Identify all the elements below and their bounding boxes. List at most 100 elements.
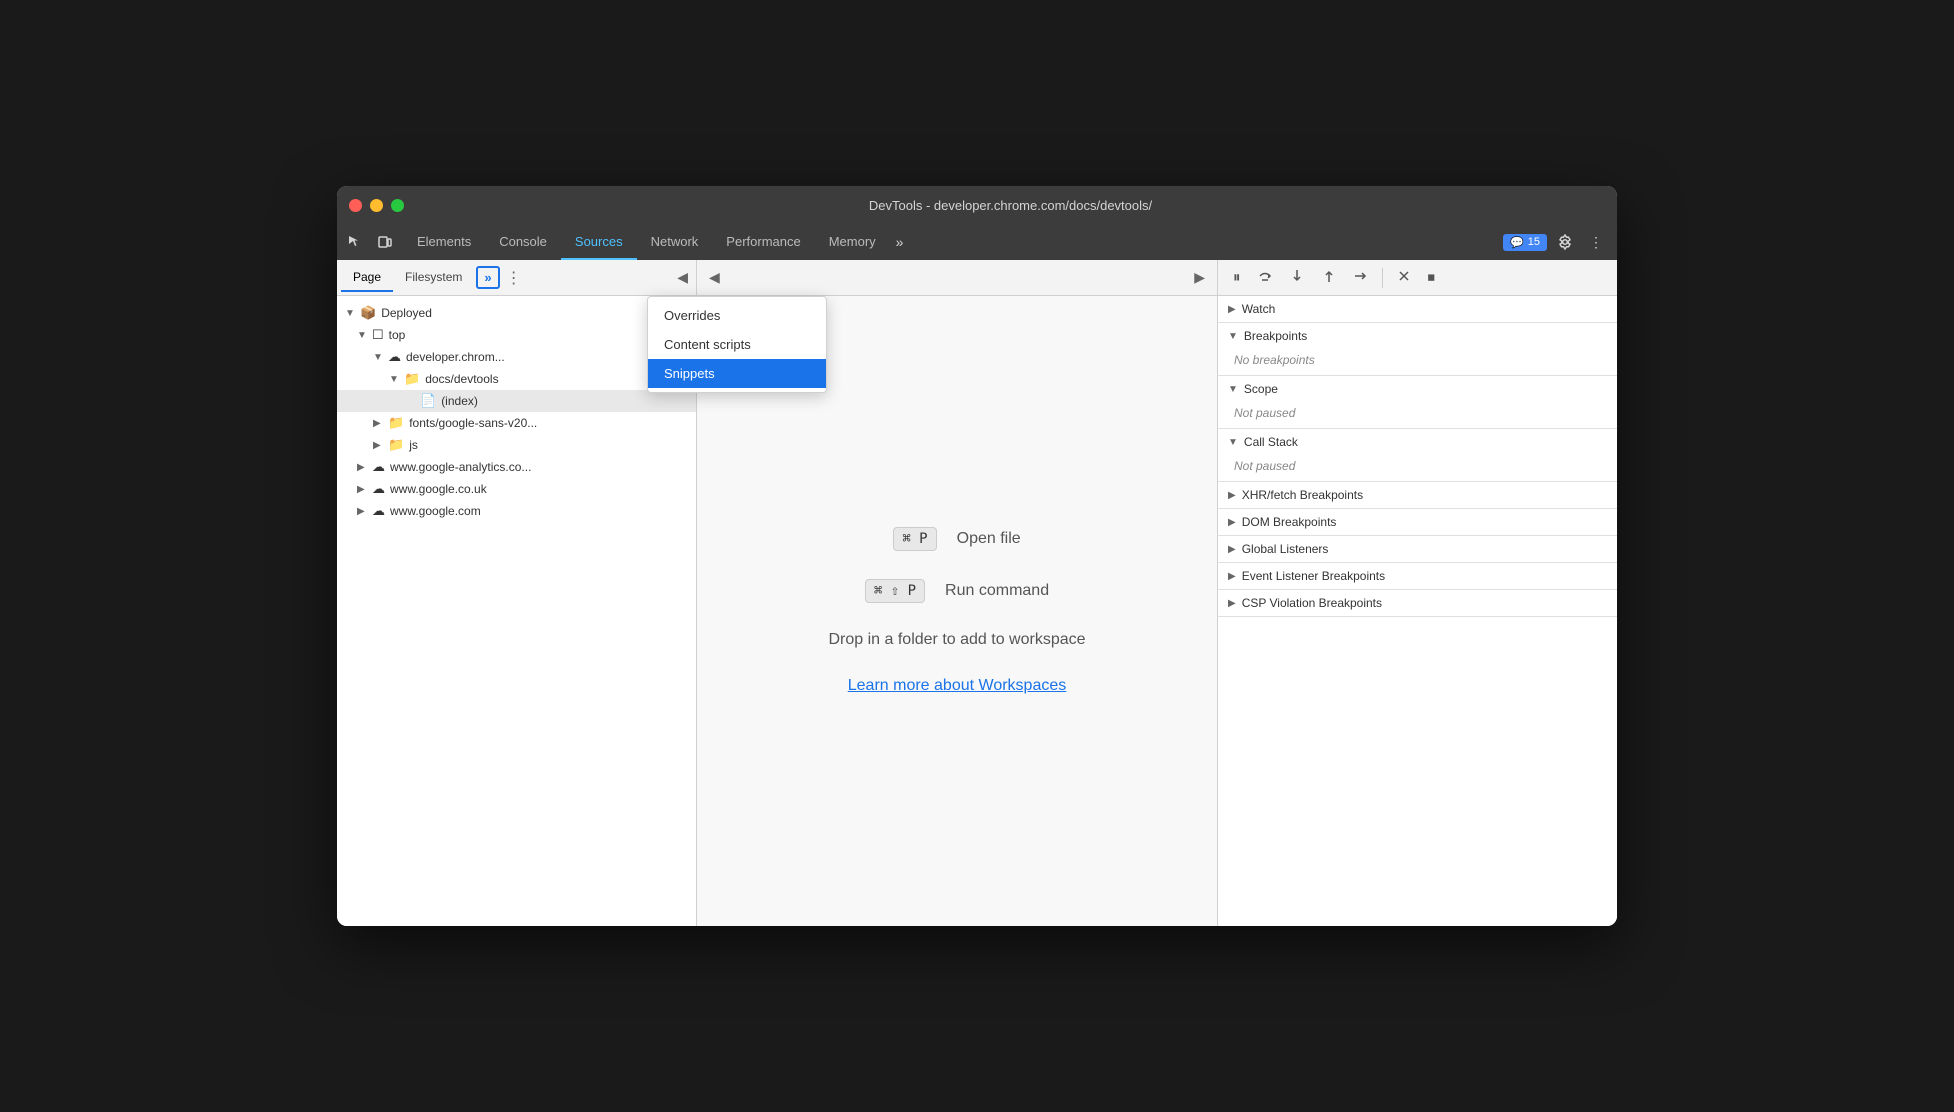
tab-console[interactable]: Console bbox=[485, 224, 561, 260]
tab-bar-left bbox=[337, 224, 403, 260]
section-csp-violation-header[interactable]: ▶ CSP Violation Breakpoints bbox=[1218, 590, 1617, 616]
shortcut-open-file-keys: ⌘ P bbox=[893, 527, 936, 551]
google-co-uk-label: www.google.co.uk bbox=[390, 482, 487, 496]
device-toolbar-button[interactable] bbox=[371, 230, 399, 254]
file-tree: ▼ 📦 Deployed ▼ ☐ top ▼ ☁ developer.ch bbox=[337, 296, 696, 926]
chevron-developer-chrome: ▼ bbox=[373, 352, 385, 363]
js-icon: 📁 bbox=[388, 437, 404, 453]
google-co-uk-icon: ☁ bbox=[372, 481, 385, 497]
tree-item-fonts[interactable]: ▶ 📁 fonts/google-sans-v20... bbox=[337, 412, 696, 434]
js-label: js bbox=[409, 438, 418, 452]
section-csp-violation-label: CSP Violation Breakpoints bbox=[1242, 596, 1382, 610]
tree-item-index[interactable]: 📄 (index) bbox=[337, 390, 696, 412]
tree-item-docs-devtools[interactable]: ▼ 📁 docs/devtools bbox=[337, 368, 696, 390]
devtools-window: DevTools - developer.chrome.com/docs/dev… bbox=[337, 186, 1617, 926]
section-watch-header[interactable]: ▶ Watch bbox=[1218, 296, 1617, 322]
maximize-button[interactable] bbox=[391, 199, 404, 212]
more-options-button[interactable]: ⋮ bbox=[1583, 230, 1609, 255]
sources-more-options[interactable]: ⋮ bbox=[502, 264, 526, 292]
close-button[interactable] bbox=[349, 199, 362, 212]
tree-item-top[interactable]: ▼ ☐ top bbox=[337, 324, 696, 346]
tab-page[interactable]: Page bbox=[341, 264, 393, 292]
notification-count: 15 bbox=[1528, 236, 1540, 248]
tab-filesystem[interactable]: Filesystem bbox=[393, 264, 474, 292]
section-scope-content: Not paused bbox=[1218, 402, 1617, 428]
section-event-listener-breakpoints: ▶ Event Listener Breakpoints bbox=[1218, 563, 1617, 590]
section-event-listener-breakpoints-header[interactable]: ▶ Event Listener Breakpoints bbox=[1218, 563, 1617, 589]
chevron-google-co-uk: ▶ bbox=[357, 484, 369, 495]
debugger-toolbar: ⏸ bbox=[1218, 260, 1617, 296]
fonts-icon: 📁 bbox=[388, 415, 404, 431]
right-sections: ▶ Watch ▼ Breakpoints No breakpoints bbox=[1218, 296, 1617, 926]
inspect-element-button[interactable] bbox=[341, 230, 369, 254]
shortcut-open-file-label: Open file bbox=[957, 530, 1021, 548]
editor-toolbar: ◀ ▶ bbox=[697, 260, 1217, 296]
deactivate-breakpoints-button[interactable] bbox=[1389, 264, 1419, 292]
chevron-fonts: ▶ bbox=[373, 418, 385, 429]
dropdown-snippets[interactable]: Snippets bbox=[648, 359, 826, 388]
hide-panel-button[interactable]: ◀ bbox=[705, 265, 724, 290]
step-into-button[interactable] bbox=[1282, 264, 1312, 292]
section-watch: ▶ Watch bbox=[1218, 296, 1617, 323]
tree-item-developer-chrome[interactable]: ▼ ☁ developer.chrom... bbox=[337, 346, 696, 368]
shortcut-run-command-keys: ⌘ ⇧ P bbox=[865, 579, 925, 603]
tab-sources[interactable]: Sources bbox=[561, 224, 637, 260]
section-breakpoints-label: Breakpoints bbox=[1244, 329, 1307, 343]
dropdown-overrides[interactable]: Overrides bbox=[648, 301, 826, 330]
section-breakpoints: ▼ Breakpoints No breakpoints bbox=[1218, 323, 1617, 376]
chevron-google-analytics: ▶ bbox=[357, 462, 369, 473]
section-xhr-fetch: ▶ XHR/fetch Breakpoints bbox=[1218, 482, 1617, 509]
chevron-google-com: ▶ bbox=[357, 506, 369, 517]
section-global-listeners-header[interactable]: ▶ Global Listeners bbox=[1218, 536, 1617, 562]
chevron-docs: ▼ bbox=[389, 374, 401, 385]
tab-performance[interactable]: Performance bbox=[712, 224, 814, 260]
google-analytics-label: www.google-analytics.co... bbox=[390, 460, 531, 474]
global-listeners-chevron-icon: ▶ bbox=[1228, 544, 1236, 555]
tree-item-deployed[interactable]: ▼ 📦 Deployed bbox=[337, 302, 696, 324]
tab-network[interactable]: Network bbox=[637, 224, 713, 260]
google-analytics-icon: ☁ bbox=[372, 459, 385, 475]
more-sources-tabs-button[interactable]: » bbox=[476, 266, 499, 289]
top-icon: ☐ bbox=[372, 327, 384, 343]
more-tabs-button[interactable]: » bbox=[890, 224, 910, 260]
breakpoints-chevron-icon: ▼ bbox=[1228, 331, 1238, 342]
minimize-button[interactable] bbox=[370, 199, 383, 212]
show-panel-button[interactable]: ▶ bbox=[1190, 265, 1209, 290]
step-button[interactable] bbox=[1346, 264, 1376, 292]
notification-badge[interactable]: 💬 15 bbox=[1503, 234, 1547, 251]
tree-item-google-com[interactable]: ▶ ☁ www.google.com bbox=[337, 500, 696, 522]
deployed-label: Deployed bbox=[381, 306, 432, 320]
tree-item-google-co-uk[interactable]: ▶ ☁ www.google.co.uk bbox=[337, 478, 696, 500]
right-panel: ⏸ bbox=[1217, 260, 1617, 926]
stop-button[interactable]: ⏹ bbox=[1421, 265, 1443, 290]
main-content: Page Filesystem » ⋮ ◀ ▼ 📦 Deployed bbox=[337, 260, 1617, 926]
tab-memory[interactable]: Memory bbox=[815, 224, 890, 260]
tree-item-google-analytics[interactable]: ▶ ☁ www.google-analytics.co... bbox=[337, 456, 696, 478]
settings-button[interactable] bbox=[1551, 230, 1579, 254]
panel-nav-left-button[interactable]: ◀ bbox=[673, 265, 692, 290]
workspace-drop-text: Drop in a folder to add to workspace bbox=[828, 631, 1085, 649]
step-over-button[interactable] bbox=[1250, 264, 1280, 292]
section-event-listener-breakpoints-label: Event Listener Breakpoints bbox=[1242, 569, 1385, 583]
xhr-fetch-chevron-icon: ▶ bbox=[1228, 490, 1236, 501]
toolbar-divider bbox=[1382, 268, 1383, 288]
fonts-label: fonts/google-sans-v20... bbox=[409, 416, 537, 430]
tab-elements[interactable]: Elements bbox=[403, 224, 485, 260]
section-dom-breakpoints-label: DOM Breakpoints bbox=[1242, 515, 1337, 529]
pause-button[interactable]: ⏸ bbox=[1226, 265, 1248, 290]
chevron-deployed: ▼ bbox=[345, 308, 357, 319]
section-xhr-fetch-header[interactable]: ▶ XHR/fetch Breakpoints bbox=[1218, 482, 1617, 508]
section-dom-breakpoints-header[interactable]: ▶ DOM Breakpoints bbox=[1218, 509, 1617, 535]
section-call-stack-header[interactable]: ▼ Call Stack bbox=[1218, 429, 1617, 455]
tree-item-js[interactable]: ▶ 📁 js bbox=[337, 434, 696, 456]
section-breakpoints-header[interactable]: ▼ Breakpoints bbox=[1218, 323, 1617, 349]
workspace-learn-more-link[interactable]: Learn more about Workspaces bbox=[848, 677, 1066, 695]
shortcut-open-file: ⌘ P Open file bbox=[893, 527, 1020, 551]
chevron-js: ▶ bbox=[373, 440, 385, 451]
developer-chrome-icon: ☁ bbox=[388, 349, 401, 365]
dropdown-content-scripts[interactable]: Content scripts bbox=[648, 330, 826, 359]
window-title: DevTools - developer.chrome.com/docs/dev… bbox=[416, 198, 1605, 213]
step-out-button[interactable] bbox=[1314, 264, 1344, 292]
section-call-stack: ▼ Call Stack Not paused bbox=[1218, 429, 1617, 482]
section-scope-header[interactable]: ▼ Scope bbox=[1218, 376, 1617, 402]
